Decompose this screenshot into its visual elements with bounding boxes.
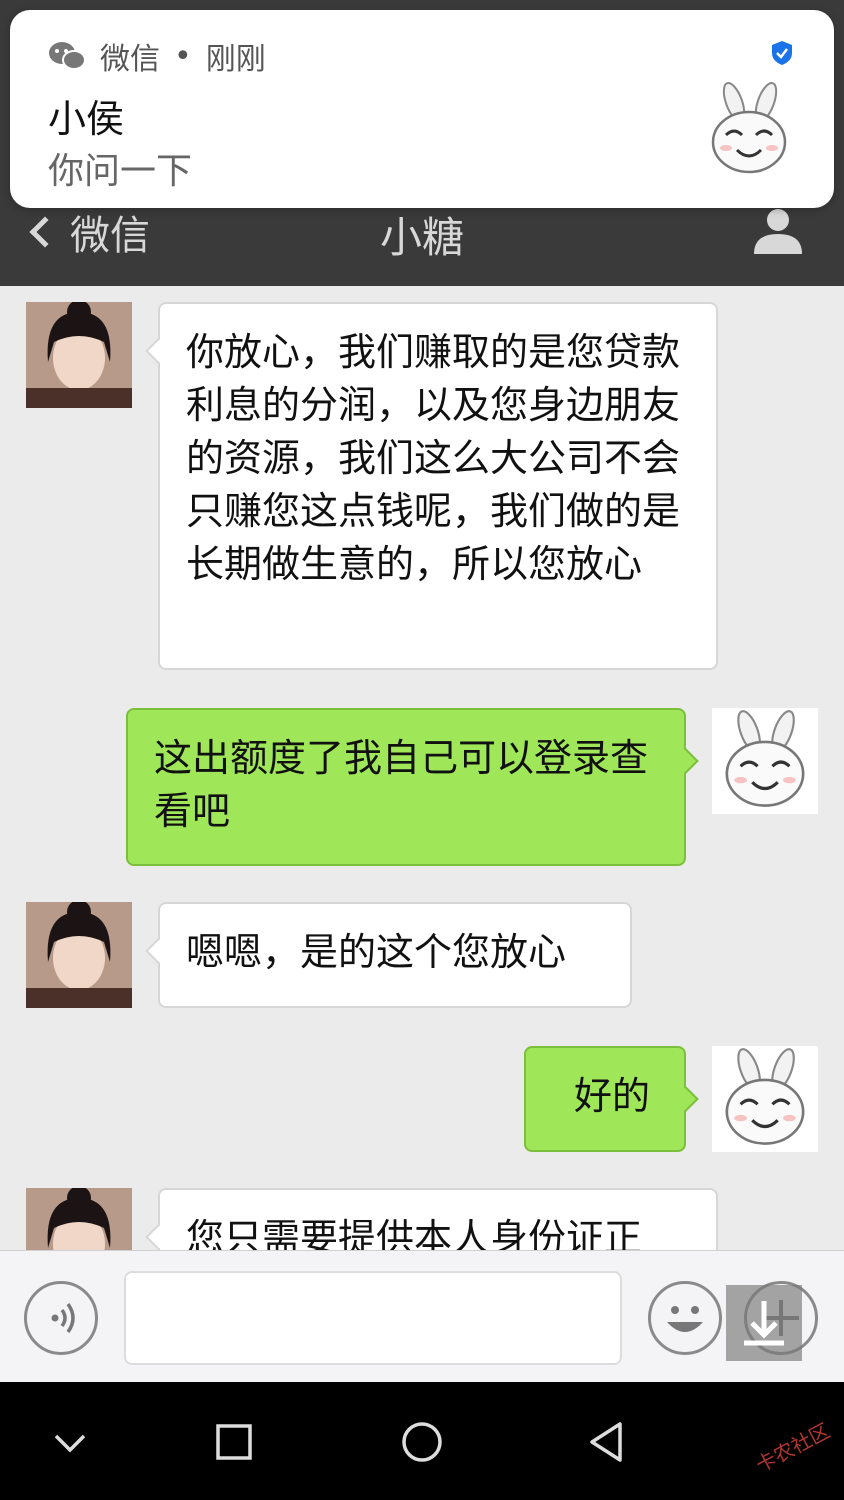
back-triangle-icon[interactable]: [584, 1418, 632, 1466]
notification-separator: •: [174, 38, 192, 74]
bunny-avatar-icon: [725, 710, 805, 807]
contact-avatar[interactable]: [26, 902, 132, 1008]
emoji-button[interactable]: [648, 1281, 722, 1355]
bubble-tail: [145, 938, 171, 964]
contact-avatar[interactable]: [26, 302, 132, 408]
girl-photo-icon: [26, 1188, 132, 1250]
profile-icon[interactable]: [752, 206, 804, 254]
notification-banner[interactable]: 微信 • 刚刚 小侯 你问一下: [10, 10, 834, 208]
chat-title: 小糖: [379, 213, 464, 262]
message-text: 嗯嗯，是的这个您放心: [186, 930, 567, 974]
bubble-tail: [673, 748, 699, 774]
girl-photo-icon: [26, 902, 132, 1008]
notification-app-row: 微信 • 刚刚: [48, 34, 266, 78]
message-text: 您只需要提供本人身份证正: [186, 1216, 643, 1250]
message-bubble-incoming[interactable]: 你放心，我们赚取的是您贷款利息的分润，以及您身边朋友的资源，我们这么大公司不会只…: [145, 302, 718, 670]
download-overlay[interactable]: [726, 1285, 802, 1361]
voice-input-button[interactable]: [24, 1281, 98, 1355]
message-bubble-outgoing[interactable]: 这出额度了我自己可以登录查看吧: [126, 708, 699, 866]
bubble-tail: [673, 1086, 699, 1112]
bunny-avatar-icon: [725, 1048, 805, 1145]
message-text: 你放心，我们赚取的是您贷款利息的分润，以及您身边朋友的资源，我们这么大公司不会只…: [186, 330, 681, 586]
bubble-tail: [145, 338, 171, 364]
message-bubble-incoming[interactable]: 嗯嗯，是的这个您放心: [145, 902, 632, 1008]
system-navigation-bar: 卡农社区: [0, 1382, 844, 1500]
girl-photo-icon: [26, 302, 132, 408]
smiley-face-icon: [667, 1306, 703, 1332]
voice-wave-icon: [51, 1302, 75, 1334]
chevron-down-icon[interactable]: [46, 1418, 94, 1466]
bubble-tail: [145, 1224, 171, 1250]
verified-shield-icon: [772, 41, 792, 65]
message-bubble-outgoing[interactable]: 好的: [524, 1046, 699, 1152]
message-text-input[interactable]: [124, 1271, 622, 1365]
wechat-chat-screen: 微信 小糖 微信 • 刚刚 小侯 你问一下 你放心，我们赚取的是您贷款利息的分润…: [0, 0, 844, 1500]
notification-time: 刚刚: [205, 42, 266, 77]
watermark-text: 卡农社区: [751, 1418, 834, 1478]
bunny-avatar-icon: [711, 82, 787, 174]
message-text: 这出额度了我自己可以登录查看吧: [154, 736, 649, 833]
message-text: 好的: [574, 1074, 651, 1118]
message-input-bar: [0, 1250, 844, 1382]
recent-apps-icon[interactable]: [210, 1418, 258, 1466]
download-arrow-icon: [744, 1301, 784, 1346]
chat-message-list[interactable]: 你放心，我们赚取的是您贷款利息的分润，以及您身边朋友的资源，我们这么大公司不会只…: [0, 286, 844, 1250]
my-avatar[interactable]: [712, 1046, 818, 1152]
notification-app-name: 微信: [100, 42, 160, 77]
notification-sender: 小侯: [48, 97, 125, 141]
home-circle-icon[interactable]: [398, 1418, 446, 1466]
message-bubble-incoming[interactable]: 您只需要提供本人身份证正: [145, 1188, 718, 1250]
wechat-icon: [49, 42, 86, 70]
contact-avatar[interactable]: [26, 1188, 132, 1250]
my-avatar[interactable]: [712, 708, 818, 814]
notification-message: 你问一下: [48, 151, 193, 192]
